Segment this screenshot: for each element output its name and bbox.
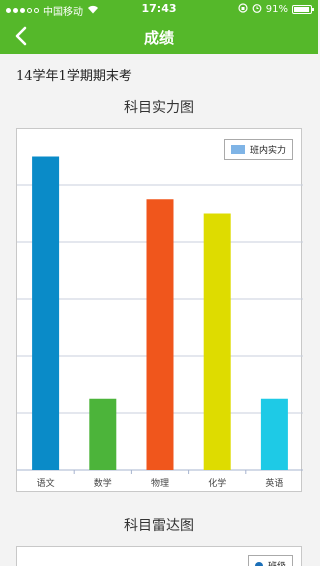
radar-legend: 班级 [247,555,293,566]
x-tick-label: 化学 [208,477,226,489]
legend-label: 班内实力 [249,146,286,156]
radar-chart: 班级 [16,546,302,566]
x-tick-label: 英语 [265,477,283,489]
bar-4 [203,213,231,470]
orientation-lock-icon [238,3,248,16]
radar-legend-dot [254,561,263,566]
x-tick-label: 物理 [151,477,169,489]
chart-legend: 班内实力 [223,139,293,160]
bar-1 [32,156,60,470]
x-tick-label: 数学 [94,477,112,489]
battery-percent: 91% [265,4,288,15]
bar-5 [260,398,288,470]
bar-3 [146,199,174,470]
legend-swatch [230,145,245,154]
battery-icon [292,5,314,14]
radar-legend-label: 班级 [268,559,286,566]
alarm-icon [252,3,262,16]
x-tick-label: 语文 [37,477,55,489]
page-title: 成绩 [143,29,174,47]
nav-bar: 成绩 [0,18,318,54]
status-right: 91% [238,3,314,16]
bar-2 [89,398,117,470]
bar-chart-svg: 语文 数学 物理 化学 英语 [17,156,303,489]
bar-chart: 语文 数学 物理 化学 英语 班内实力 [16,128,303,492]
exam-title: 14学年1学期期末考 [16,69,132,84]
chart2-title: 科目雷达图 [124,518,194,534]
chart1-title: 科目实力图 [124,100,194,116]
status-bar: 中国移动 17:43 91% [0,0,318,18]
